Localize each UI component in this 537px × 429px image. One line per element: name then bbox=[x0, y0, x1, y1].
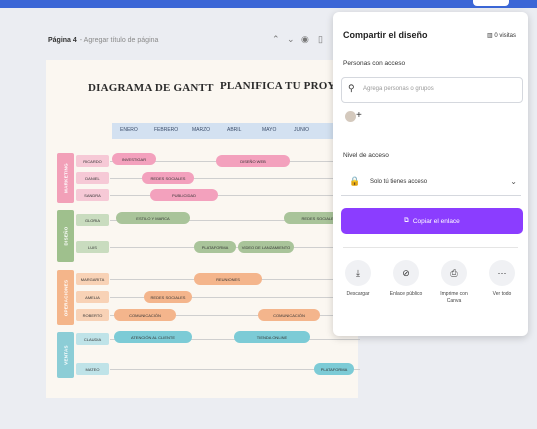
print-icon: ⎙ bbox=[441, 260, 467, 286]
section-marketing: MARKETING bbox=[57, 153, 74, 203]
access-level-label: Nivel de acceso bbox=[343, 152, 389, 159]
trash-icon[interactable]: ▯ bbox=[318, 34, 323, 45]
task-bar[interactable]: REDES SOCIALES bbox=[144, 291, 192, 303]
task-bar[interactable]: VIDEO DE LANZAMIENTO bbox=[238, 241, 294, 253]
month-label: MARZO bbox=[192, 127, 211, 133]
plus-icon: + bbox=[356, 110, 362, 121]
month-label: JUNIO bbox=[294, 127, 309, 133]
visits-counter[interactable]: ▥ 0 visitas bbox=[487, 32, 516, 39]
person-label: ROBERTO bbox=[76, 309, 109, 321]
task-bar[interactable]: PLATAFORMA bbox=[194, 241, 236, 253]
public-link-button[interactable]: ⊘ Enlace público bbox=[387, 260, 425, 298]
top-bar bbox=[0, 0, 537, 8]
access-level-dropdown[interactable]: 🔒 Solo tú tienes acceso ⌄ bbox=[341, 171, 521, 196]
task-bar[interactable]: REUNIONES bbox=[194, 273, 262, 285]
task-bar[interactable]: ATENCIÓN AL CLIENTE bbox=[114, 331, 192, 343]
lock-icon: 🔒 bbox=[349, 176, 361, 186]
task-bar[interactable]: PUBLICIDAD bbox=[150, 189, 218, 201]
task-bar[interactable]: TIENDA ONLINE bbox=[234, 331, 310, 343]
copy-link-button[interactable]: ⧉ Copiar el enlace bbox=[341, 208, 523, 234]
link-icon: ⧉ bbox=[404, 217, 409, 224]
month-label: ENERO bbox=[120, 127, 138, 133]
person-label: MARGARITA bbox=[76, 273, 109, 285]
month-label: ABRIL bbox=[227, 127, 242, 133]
section-ventas: VENTAS bbox=[57, 332, 74, 378]
download-icon: ⤓ bbox=[345, 260, 371, 286]
print-label: Imprime con Canva bbox=[440, 291, 468, 304]
design-canvas[interactable]: DIAGRAMA DE GANTT PLANIFICA TU PROYECTO … bbox=[46, 60, 367, 398]
share-panel: Compartir el diseño ▥ 0 visitas Personas… bbox=[333, 12, 528, 336]
chevron-up-icon[interactable]: ⌃ bbox=[272, 34, 280, 45]
task-bar[interactable]: ESTILO Y MARCA bbox=[116, 212, 190, 224]
page-header[interactable]: Página 4- Agregar título de página bbox=[48, 37, 158, 44]
people-access-label: Personas con acceso bbox=[343, 60, 406, 67]
month-label: MAYO bbox=[262, 127, 277, 133]
public-link-label: Enlace público bbox=[389, 291, 423, 297]
task-bar[interactable]: INVESTIGAR bbox=[112, 153, 156, 165]
section-operaciones: OPERACIONES bbox=[57, 270, 74, 325]
download-button[interactable]: ⤓ Descargar bbox=[339, 260, 377, 298]
person-label: LUIS bbox=[76, 241, 109, 253]
see-all-button[interactable]: ⋯ Ver todo bbox=[483, 260, 521, 298]
copy-link-label: Copiar el enlace bbox=[412, 217, 460, 225]
eye-icon[interactable]: ◉ bbox=[301, 34, 309, 45]
task-bar[interactable]: DISEÑO WEB bbox=[216, 155, 290, 167]
task-bar[interactable]: REDES SOCIALES bbox=[142, 172, 194, 184]
page-title-placeholder[interactable]: - Agregar título de página bbox=[80, 37, 159, 44]
access-level-value: Solo tú tienes acceso bbox=[370, 179, 428, 185]
search-placeholder: Agrega personas o grupos bbox=[363, 86, 434, 92]
task-bar[interactable]: PLATAFORMA bbox=[314, 363, 354, 375]
gantt-title: DIAGRAMA DE GANTT bbox=[88, 82, 214, 94]
add-person-button[interactable]: + bbox=[343, 110, 367, 124]
grid-line bbox=[110, 195, 360, 196]
task-bar[interactable]: COMUNICACIÓN bbox=[258, 309, 320, 321]
person-label: CLAUDIA bbox=[76, 333, 109, 345]
more-icon: ⋯ bbox=[489, 260, 515, 286]
download-label: Descargar bbox=[346, 291, 370, 297]
divider bbox=[343, 247, 518, 248]
section-diseno: DISEÑO bbox=[57, 210, 74, 262]
chevron-down-icon[interactable]: ⌄ bbox=[287, 34, 295, 45]
see-all-label: Ver todo bbox=[492, 291, 512, 297]
visits-label: 0 visitas bbox=[494, 33, 516, 39]
months-header: ENERO FEBRERO MARZO ABRIL MAYO JUNIO bbox=[112, 123, 356, 139]
link-icon: ⊘ bbox=[393, 260, 419, 286]
person-label: MATEO bbox=[76, 363, 109, 375]
person-label: AMELIA bbox=[76, 291, 109, 303]
month-label: FEBRERO bbox=[154, 127, 179, 133]
avatar bbox=[345, 111, 356, 122]
bar-chart-icon: ▥ bbox=[486, 33, 493, 39]
print-button[interactable]: ⎙ Imprime con Canva bbox=[435, 260, 473, 304]
share-panel-title: Compartir el diseño bbox=[343, 30, 428, 40]
page-label: Página 4 bbox=[48, 37, 77, 44]
chevron-down-icon: ⌄ bbox=[510, 177, 517, 186]
search-people-input[interactable]: ⚲ Agrega personas o grupos bbox=[341, 77, 523, 103]
search-icon: ⚲ bbox=[348, 83, 355, 93]
person-label: DANIEL bbox=[76, 172, 109, 184]
person-label: GLORIA bbox=[76, 214, 109, 226]
person-label: SANDRA bbox=[76, 189, 109, 201]
task-bar[interactable]: COMUNICACIÓN bbox=[114, 309, 176, 321]
top-bar-button[interactable] bbox=[473, 0, 509, 6]
person-label: RICARDO bbox=[76, 155, 109, 167]
